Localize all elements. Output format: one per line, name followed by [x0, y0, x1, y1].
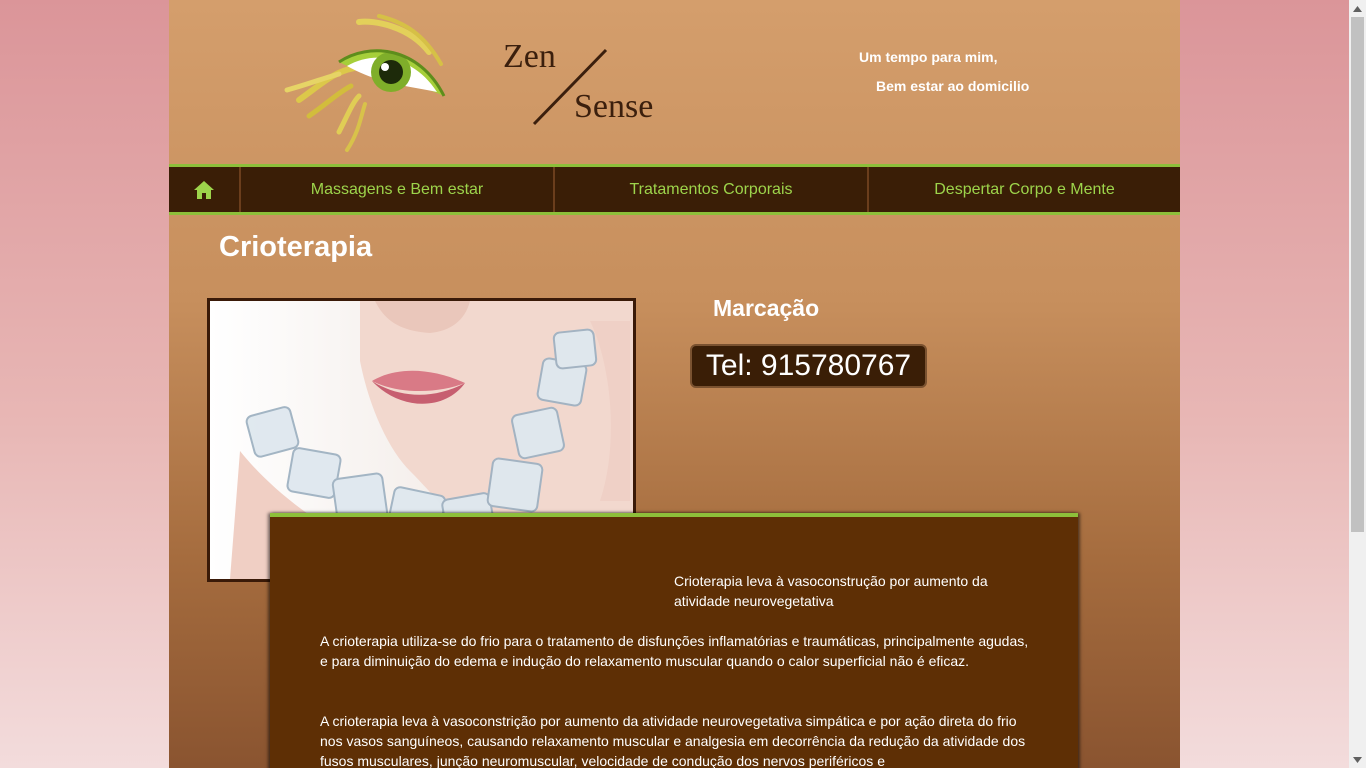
nav-item-despertar[interactable]: Despertar Corpo e Mente [869, 167, 1180, 212]
booking-title: Marcação [713, 295, 820, 321]
home-icon [194, 180, 214, 199]
chevron-up-icon [1353, 5, 1362, 12]
phone-badge[interactable]: Tel: 915780767 [690, 344, 927, 388]
page-title: Crioterapia [219, 231, 373, 263]
nav-item-massagens[interactable]: Massagens e Bem estar [241, 167, 555, 212]
eye-logo-icon[interactable] [279, 12, 449, 154]
paragraph: A crioterapia leva à vasoconstrição por … [320, 713, 1026, 768]
intro-text: Crioterapia leva à vasoconstrução por au… [674, 573, 988, 609]
page-container: Zen Sense Um tempo para mim, Bem estar a… [169, 0, 1180, 768]
logo-wordmark[interactable]: Zen Sense [494, 36, 664, 131]
nav-item-tratamentos[interactable]: Tratamentos Corporais [555, 167, 869, 212]
tagline-secondary: Bem estar ao domicilio [876, 78, 1030, 94]
paragraph: A crioterapia utiliza-se do frio para o … [320, 633, 1029, 669]
page-scrollbar[interactable] [1349, 0, 1366, 768]
main-nav: Massagens e Bem estar Tratamentos Corpor… [169, 164, 1180, 215]
chevron-down-icon [1353, 756, 1362, 763]
logo-word-sense: Sense [574, 88, 654, 125]
nav-home[interactable] [169, 167, 241, 212]
scroll-down-button[interactable] [1349, 751, 1366, 768]
tagline-primary: Um tempo para mim, [859, 49, 998, 65]
scroll-up-button[interactable] [1349, 0, 1366, 17]
scroll-thumb[interactable] [1351, 17, 1364, 532]
content-panel: Crioterapia leva à vasoconstrução por au… [270, 513, 1078, 768]
site-header: Zen Sense Um tempo para mim, Bem estar a… [169, 0, 1180, 164]
